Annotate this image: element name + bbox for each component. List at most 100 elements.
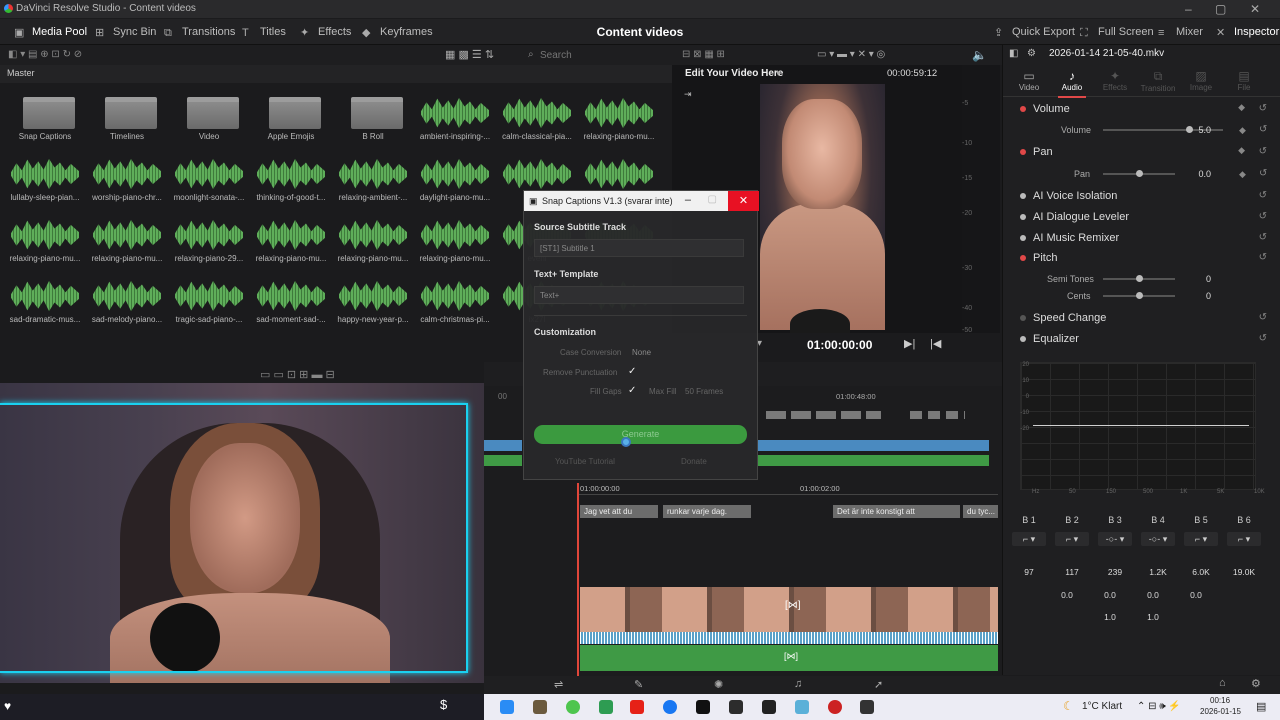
eq-band-gain[interactable]: 0.0 [1052, 590, 1082, 600]
reset-icon[interactable]: ↺ [1259, 146, 1267, 157]
eq-band-frequency[interactable]: 239 [1100, 567, 1130, 577]
volume-value[interactable]: 5.0 [1187, 125, 1211, 135]
sync-bin-button[interactable]: ⊞ Sync Bin [95, 26, 156, 39]
track-green[interactable] [484, 455, 522, 466]
media-clip[interactable]: calm-christmas-pi... [416, 266, 494, 326]
youtube-icon[interactable] [630, 700, 644, 714]
keyframe-icon[interactable]: ◆ [1239, 169, 1246, 180]
eq-band-shape-select[interactable]: -○- ▾ [1141, 532, 1175, 546]
obs-icon[interactable] [828, 700, 842, 714]
enable-dot[interactable] [1020, 255, 1026, 261]
audio-waveform-clip[interactable] [580, 632, 998, 644]
settings-icon[interactable]: ⚙ [1027, 48, 1036, 59]
media-clip[interactable]: tragic-sad-piano-... [170, 266, 248, 326]
cents-knob[interactable] [1136, 292, 1143, 299]
eq-band-shape-select[interactable]: ⌐ ▾ [1055, 532, 1089, 546]
eq-band-label[interactable]: B 3 [1100, 515, 1130, 525]
close-icon[interactable]: ✕ [1250, 2, 1260, 16]
eq-band-gain[interactable]: 0.0 [1138, 590, 1168, 600]
case-conversion-select[interactable]: None [632, 348, 651, 357]
panel-toggle-icon[interactable]: ◧ [1009, 48, 1018, 59]
equalizer-graph[interactable] [1020, 362, 1256, 490]
enable-dot[interactable] [1020, 315, 1026, 321]
quick-export-button[interactable]: ⇪ Quick Export [994, 26, 1075, 39]
media-clip[interactable]: relaxing-piano-29... [170, 205, 248, 265]
ai-voice-isolation-section[interactable]: AI Voice Isolation ↺ [1003, 186, 1280, 206]
reset-icon[interactable]: ↺ [1259, 333, 1267, 344]
speaker-icon[interactable]: 🔈 [972, 48, 987, 62]
full-screen-button[interactable]: ⛶ Full Screen [1080, 26, 1154, 39]
tab-video[interactable]: ▭ Video [1007, 69, 1051, 92]
search-input[interactable] [540, 47, 650, 63]
timeline-tool-icons[interactable]: ⌗ ⇅ [14, 383, 30, 384]
weather-text[interactable]: 1°C Klart [1082, 701, 1122, 712]
fill-gaps-checkbox[interactable]: ✓ [628, 385, 636, 396]
subtitle-clip[interactable]: du tyc... [963, 505, 998, 518]
media-clip[interactable]: relaxing-piano-mu... [416, 205, 494, 265]
minimize-icon[interactable]: – [1185, 2, 1192, 16]
tiktok-icon[interactable] [696, 700, 710, 714]
playhead[interactable] [577, 483, 579, 676]
tray-icons[interactable]: ⌃ ⊟ 🕪 ⚡ [1137, 701, 1181, 712]
keyframe-icon[interactable]: ◆ [1238, 102, 1245, 113]
media-clip[interactable]: relaxing-piano-mu... [88, 205, 166, 265]
minimize-icon[interactable]: – [685, 194, 691, 206]
subtitle-clip[interactable]: Jag vet att du [580, 505, 658, 518]
eq-band-gain[interactable]: 0.0 [1181, 590, 1211, 600]
semi-tones-slider[interactable] [1103, 275, 1175, 282]
reset-icon[interactable]: ↺ [1259, 168, 1267, 179]
reset-icon[interactable]: ↺ [1259, 252, 1267, 263]
track-blue[interactable] [484, 440, 522, 451]
pan-slider[interactable] [1103, 170, 1175, 177]
media-clip[interactable]: sad-moment-sad-... [252, 266, 330, 326]
eq-band-label[interactable]: B 4 [1143, 515, 1173, 525]
eq-band-shape-select[interactable]: ⌐ ▾ [1227, 532, 1261, 546]
media-folder[interactable]: B Roll [334, 83, 412, 143]
media-clip[interactable]: lullaby-sleep-pian... [6, 144, 84, 204]
eq-band-shape-select[interactable]: ⌐ ▾ [1012, 532, 1046, 546]
titles-button[interactable]: T Titles [242, 26, 286, 39]
eq-band-gain[interactable]: 0.0 [1095, 590, 1125, 600]
fairlight-page-icon[interactable]: ♫ [794, 678, 802, 690]
edit-tool-icons[interactable]: ▭ ▭ ⊡ ⊞ ▬ ⊟ [260, 368, 335, 381]
settings-icon[interactable]: ⚙ [1251, 677, 1261, 690]
track-blue[interactable] [757, 440, 989, 451]
keyframe-icon[interactable]: ◆ [1239, 125, 1246, 136]
tab-transition[interactable]: ⧉ Transition [1136, 69, 1180, 93]
media-clip[interactable]: relaxing-ambient-... [334, 144, 412, 204]
next-frame-icon[interactable]: ▶| [904, 337, 915, 350]
clock-date[interactable]: 2026-01-15 [1200, 707, 1241, 716]
dialog-titlebar[interactable]: ▣ Snap Captions V1.3 (svarar inte) – ▢ ✕ [524, 191, 759, 211]
eq-band-q[interactable]: 1.0 [1095, 612, 1125, 622]
eq-band-frequency[interactable]: 97 [1014, 567, 1044, 577]
enable-dot[interactable] [1020, 336, 1026, 342]
subtitle-clip[interactable]: runkar varje dag. [663, 505, 751, 518]
audio-clip[interactable]: [⋈] [580, 645, 998, 671]
media-folder[interactable]: Timelines [88, 83, 166, 143]
equalizer-section[interactable]: Equalizer ↺ [1003, 329, 1280, 349]
reset-icon[interactable]: ↺ [1259, 232, 1267, 243]
eq-band-shape-select[interactable]: ⌐ ▾ [1184, 532, 1218, 546]
pan-section[interactable]: Pan ◆ ↺ [1003, 142, 1280, 162]
media-clip[interactable]: worship-piano-chr... [88, 144, 166, 204]
eq-band-shape-select[interactable]: -○- ▾ [1098, 532, 1132, 546]
vegas-icon[interactable] [762, 700, 776, 714]
prev-frame-icon[interactable]: |◀ [930, 337, 941, 350]
media-clip[interactable]: thinking-of-good-t... [252, 144, 330, 204]
view-mode-icons[interactable]: ▦ ▩ ☰ ⇅ [445, 48, 494, 61]
media-clip[interactable]: relaxing-piano-mu... [6, 205, 84, 265]
enable-dot[interactable] [1020, 149, 1026, 155]
minecraft-icon[interactable] [533, 700, 547, 714]
media-pool-button[interactable]: ▣ Media Pool [14, 26, 87, 39]
reset-icon[interactable]: ↺ [1259, 190, 1267, 201]
track-green[interactable] [757, 455, 989, 466]
keyframes-button[interactable]: ◆ Keyframes [362, 26, 433, 39]
deliver-page-icon[interactable]: ➚ [874, 678, 883, 691]
search-icon[interactable]: ⌕ [528, 49, 534, 60]
media-clip[interactable]: moonlight-sonata-... [170, 144, 248, 204]
panel-expand-icon[interactable]: ⇥ [684, 89, 692, 100]
viewer-layout-icons[interactable]: ⊟ ⊠ ▦ ⊞ [682, 49, 725, 60]
cents-slider[interactable] [1103, 292, 1175, 299]
eq-band-label[interactable]: B 2 [1057, 515, 1087, 525]
remove-punctuation-checkbox[interactable]: ✓ [628, 366, 636, 377]
